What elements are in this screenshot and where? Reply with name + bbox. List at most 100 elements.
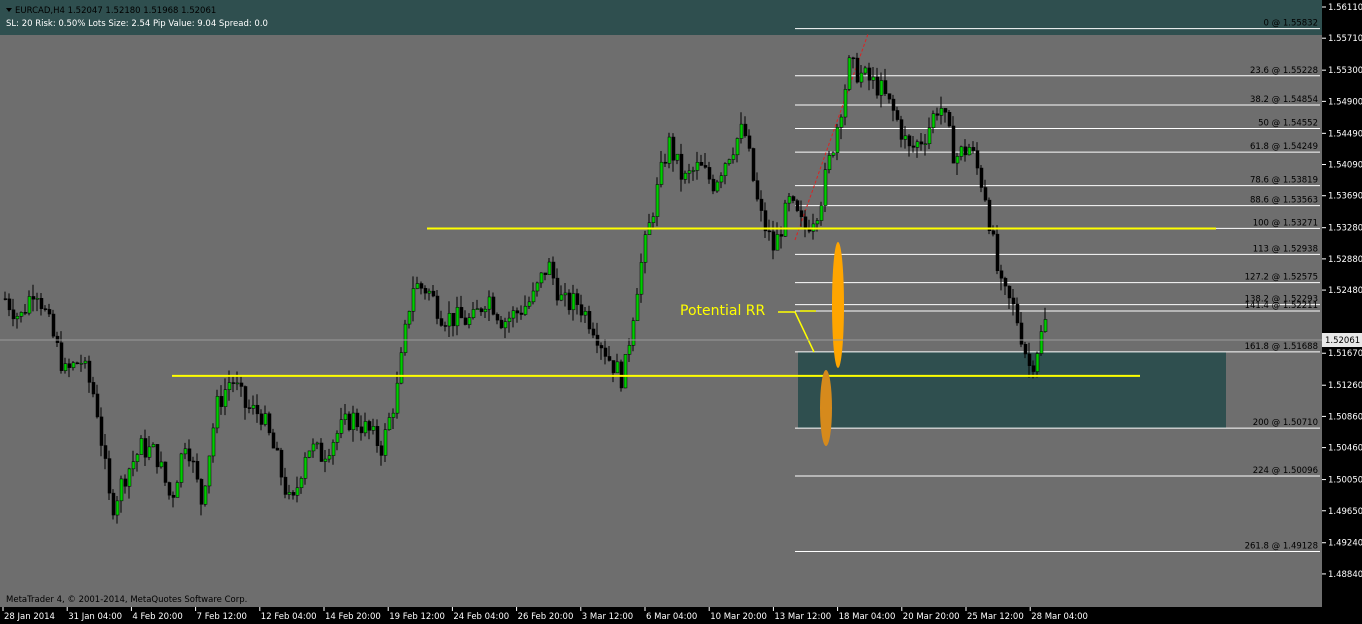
candle-body <box>23 312 28 314</box>
candle-body <box>583 311 588 316</box>
candle-body <box>327 455 332 460</box>
candle-body <box>155 444 160 468</box>
candle-body <box>43 308 48 310</box>
fib-label: 100 @ 1.53271 <box>1253 218 1318 228</box>
price-chart[interactable]: Potential RR 0 @ 1.55832 23.6 @ 1.55228 38… <box>0 0 1362 624</box>
candle-body <box>611 360 616 374</box>
candle-body <box>815 220 820 225</box>
price-tick-label: 1.49650 <box>1328 507 1362 517</box>
candle-body <box>391 412 396 418</box>
time-tick-label: 19 Feb 12:00 <box>389 612 445 622</box>
candle-body <box>351 412 356 431</box>
candle-body <box>235 382 240 385</box>
candle-body <box>271 432 276 449</box>
time-tick-label: 10 Mar 20:00 <box>710 612 767 622</box>
candle-body <box>839 116 844 128</box>
candle-body <box>419 283 424 289</box>
candle-body <box>823 169 828 206</box>
candle-body <box>775 234 780 251</box>
candle-body <box>355 412 360 428</box>
candle-body <box>279 449 284 478</box>
time-tick-label: 14 Feb 20:00 <box>325 612 381 622</box>
candle-body <box>119 478 124 502</box>
fib-label: 50 @ 1.54552 <box>1258 118 1318 128</box>
rr-ellipse-lower <box>820 370 832 446</box>
candle-body <box>799 210 804 218</box>
candle-body <box>439 318 444 326</box>
price-tick-label: 1.50460 <box>1328 444 1362 454</box>
time-tick-label: 3 Mar 12:00 <box>582 612 633 622</box>
copyright-text: MetaTrader 4, © 2001-2014, MetaQuotes So… <box>6 595 247 605</box>
price-tick-label: 1.55710 <box>1328 34 1362 44</box>
price-tick-label: 1.54090 <box>1328 161 1362 171</box>
time-tick-label: 18 Mar 04:00 <box>839 612 896 622</box>
candle-body <box>179 453 184 483</box>
fib-label: 23.6 @ 1.55228 <box>1250 66 1318 76</box>
price-tick-label: 1.53280 <box>1328 224 1362 234</box>
candle-body <box>907 135 912 147</box>
candle-body <box>463 317 468 325</box>
candle-body <box>743 123 748 137</box>
price-tick-label: 1.51670 <box>1328 349 1362 359</box>
candle-body <box>315 442 320 445</box>
candle-body <box>723 163 728 176</box>
candle-body <box>835 127 840 153</box>
candle-body <box>47 309 52 315</box>
chart-background <box>0 0 1322 607</box>
candle-body <box>975 150 980 169</box>
candle-body <box>71 362 76 368</box>
candle-body <box>167 482 172 496</box>
candle-body <box>387 417 392 430</box>
time-tick-label: 7 Feb 12:00 <box>197 612 247 622</box>
candle-body <box>819 205 824 221</box>
candle-body <box>311 443 316 452</box>
candle-body <box>255 404 260 415</box>
candle-body <box>1011 297 1016 305</box>
candle-body <box>859 72 864 83</box>
candle-body <box>711 178 716 192</box>
candle-body <box>731 154 736 160</box>
candle-body <box>679 153 684 180</box>
fib-label: 224 @ 1.50096 <box>1253 466 1318 476</box>
candle-body <box>187 448 192 462</box>
candle-body <box>931 113 936 128</box>
candle-body <box>379 445 384 456</box>
time-tick-label: 12 Feb 04:00 <box>261 612 317 622</box>
candle-body <box>507 317 512 322</box>
candle-body <box>27 296 32 314</box>
candle-body <box>915 141 920 148</box>
candle-body <box>879 80 884 96</box>
candle-body <box>987 199 992 232</box>
candle-body <box>11 309 16 320</box>
fib-label: 0 @ 1.55832 <box>1264 19 1318 29</box>
candle-body <box>935 113 940 116</box>
candle-body <box>691 170 696 172</box>
candle-body <box>411 288 416 312</box>
candle-body <box>207 455 212 487</box>
candle-body <box>275 447 280 451</box>
candle-body <box>215 396 220 429</box>
candle-body <box>115 500 120 516</box>
candle-body <box>983 187 988 201</box>
candle-body <box>135 454 140 462</box>
fib-label: 200 @ 1.50710 <box>1253 418 1318 428</box>
candle-body <box>7 298 12 311</box>
price-tick-label: 1.48840 <box>1328 570 1362 580</box>
candle-body <box>339 419 344 434</box>
candle-body <box>95 393 100 418</box>
candle-body <box>787 196 792 204</box>
candle-body <box>431 290 436 297</box>
fib-label: 88.6 @ 1.53563 <box>1250 196 1318 206</box>
price-tick-label: 1.50860 <box>1328 412 1362 422</box>
candle-body <box>683 172 688 180</box>
candle-body <box>131 461 136 470</box>
candle-body <box>475 308 480 310</box>
candle-body <box>575 293 580 305</box>
candle-body <box>955 156 960 164</box>
candle-body <box>471 309 476 318</box>
candle-body <box>667 136 672 164</box>
candle-body <box>1027 353 1032 366</box>
candle-body <box>163 461 168 483</box>
candle-body <box>223 389 228 407</box>
candle-body <box>219 396 224 407</box>
